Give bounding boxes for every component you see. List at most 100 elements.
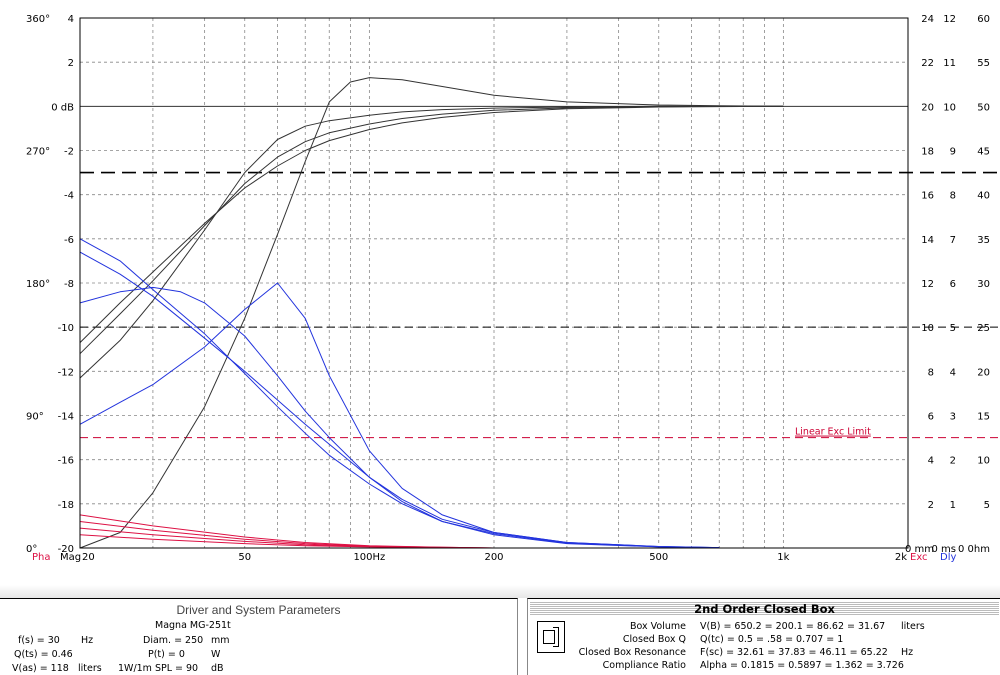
driver-parameters-panel: Driver and System Parameters Magna MG-25… xyxy=(0,598,518,675)
magnitude-tick-label: -14 xyxy=(58,412,74,423)
magnitude-tick-label: 2 xyxy=(68,58,74,69)
magnitude-tick-label: -8 xyxy=(64,279,74,290)
color-key-label: Exc xyxy=(910,552,928,563)
magnitude-tick-label: -18 xyxy=(58,500,74,511)
param-pt: P(t) = 0 xyxy=(148,649,185,660)
magnitude-tick-label: -10 xyxy=(58,323,74,334)
right-axis-tick-label: 10 xyxy=(977,456,990,467)
x-tick-label: 20 xyxy=(82,552,95,563)
delay-curve xyxy=(79,514,495,549)
magnitude-tick-label: -16 xyxy=(58,456,74,467)
param-fs-unit: Hz xyxy=(81,635,94,646)
box-volume-unit: liters xyxy=(901,621,925,632)
right-axis-tick-label: 5 xyxy=(950,323,956,334)
excursion-curve xyxy=(79,238,720,549)
magnitude-tick-label: -6 xyxy=(64,235,74,246)
excursion-curve xyxy=(79,251,720,549)
reference-lines: Linear Exc Limit xyxy=(80,171,1000,439)
right-axis-tick-label: 11 xyxy=(943,58,956,69)
right-axis-tick-label: 40 xyxy=(977,191,990,202)
grid-lines xyxy=(80,17,908,549)
phase-tick-label: 360° xyxy=(26,14,50,25)
x-tick-label: 50 xyxy=(238,552,251,563)
magnitude-tick-label: 4 xyxy=(68,14,74,25)
magnitude-tick-label: -2 xyxy=(64,147,74,158)
color-key-label: Dly xyxy=(940,552,956,563)
magnitude-curve xyxy=(79,105,784,355)
phase-tick-label: 90° xyxy=(26,412,44,423)
right-axis-tick-label: 25 xyxy=(977,323,990,334)
right-axis-tick-label: 8 xyxy=(928,367,934,378)
color-key-label: Mag xyxy=(60,552,81,563)
right-axis-tick-label: 12 xyxy=(921,279,934,290)
right-axis-tick-label: 15 xyxy=(977,412,990,423)
right-axis-tick-label: 2 xyxy=(950,456,956,467)
param-spl-unit: dB xyxy=(211,663,224,674)
magnitude-curve xyxy=(79,105,784,379)
box-volume-label: Box Volume xyxy=(629,621,686,632)
magnitude-tick-label: -12 xyxy=(58,367,74,378)
magnitude-tick-label: 0 dB xyxy=(51,102,74,113)
compliance-ratio-label: Compliance Ratio xyxy=(602,660,686,671)
right-axis-tick-label: 35 xyxy=(977,235,990,246)
param-pt-unit: W xyxy=(211,649,221,660)
right-axis-tick-label: 60 xyxy=(977,14,990,25)
right-axis-tick-label: 50 xyxy=(977,102,990,113)
right-axis-tick-label: 1 xyxy=(950,500,956,511)
driver-model: Magna MG-251t xyxy=(155,620,231,631)
param-spl: 1W/1m SPL = 90 xyxy=(118,663,199,674)
closed-box-q-values[interactable]: Q(tc) = 0.5 = .58 = 0.707 = 1 xyxy=(700,634,843,645)
right-axis-tick-label: 8 xyxy=(950,191,956,202)
right-axis-tick-label: 6 xyxy=(950,279,956,290)
param-qts: Q(ts) = 0.46 xyxy=(14,649,73,660)
excursion-curve xyxy=(79,286,720,549)
right-axis-tick-label: 7 xyxy=(950,235,956,246)
param-vas-unit: liters xyxy=(78,663,102,674)
right-axis-tick-label: 10 xyxy=(921,323,934,334)
x-tick-label: 100Hz xyxy=(353,552,385,563)
compliance-ratio-values[interactable]: Alpha = 0.1815 = 0.5897 = 1.362 = 3.726 xyxy=(700,660,904,671)
closed-box-resonance-values[interactable]: F(sc) = 32.61 = 37.83 = 46.11 = 65.22 xyxy=(700,647,888,658)
reference-line-label: Linear Exc Limit xyxy=(795,427,871,438)
box-volume-values[interactable]: V(B) = 650.2 = 200.1 = 86.62 = 31.67 xyxy=(700,621,885,632)
right-axis-tick-label: 6 xyxy=(928,412,934,423)
right-axis-tick-label: 14 xyxy=(921,235,934,246)
param-vas: V(as) = 118 xyxy=(12,663,69,674)
x-tick-label: 1k xyxy=(777,552,789,563)
box-icon[interactable] xyxy=(537,621,565,653)
right-axis-tick-label: 45 xyxy=(977,147,990,158)
color-key-label: Pha xyxy=(32,552,51,563)
series-layer xyxy=(79,77,784,549)
right-axis-tick-label: 20 xyxy=(921,102,934,113)
right-axis-tick-label: 10 xyxy=(943,102,956,113)
param-diam: Diam. = 250 xyxy=(143,635,204,646)
right-axis-tick-label: 4 xyxy=(928,456,934,467)
closed-box-resonance-label: Closed Box Resonance xyxy=(578,647,686,658)
delay-curve xyxy=(79,534,495,549)
right-axis-tick-label: 22 xyxy=(921,58,934,69)
closed-box-resonance-unit: Hz xyxy=(901,647,914,658)
magnitude-curve xyxy=(79,105,784,343)
param-fs: f(s) = 30 xyxy=(18,635,60,646)
right-axis-tick-label: 16 xyxy=(921,191,934,202)
phase-tick-label: 270° xyxy=(26,147,50,158)
closed-box-panel: 2nd Order Closed Box Box Volume V(B) = 6… xyxy=(527,598,1000,675)
right-axis-tick-label: 2 xyxy=(928,500,934,511)
frequency-response-chart: Linear Exc Limit 4 2 0 dB -2 -4 -6 -8 -10 -12 -14… xyxy=(26,14,1000,563)
x-tick-label: 200 xyxy=(484,552,503,563)
right-axis-tick-label: 9 xyxy=(950,147,956,158)
right-axis-tick-label: 4 xyxy=(950,367,956,378)
right-axis-tick-label: 20 xyxy=(977,367,990,378)
driver-panel-title: Driver and System Parameters xyxy=(176,603,341,617)
closed-box-panel-title: 2nd Order Closed Box xyxy=(694,602,835,616)
right-axis-tick-label: 18 xyxy=(921,147,934,158)
right-axis-tick-label: 3 xyxy=(950,412,956,423)
magnitude-tick-label: -4 xyxy=(64,191,74,202)
right-axis-tick-label: 24 xyxy=(921,14,934,25)
x-tick-label: 2k xyxy=(895,552,907,563)
window-divider xyxy=(0,585,1000,598)
right-axis-tick-label: 5 xyxy=(984,500,990,511)
magnitude-curve xyxy=(79,77,784,549)
phase-tick-label: 180° xyxy=(26,279,50,290)
right-axis-tick-label: 12 xyxy=(943,14,956,25)
